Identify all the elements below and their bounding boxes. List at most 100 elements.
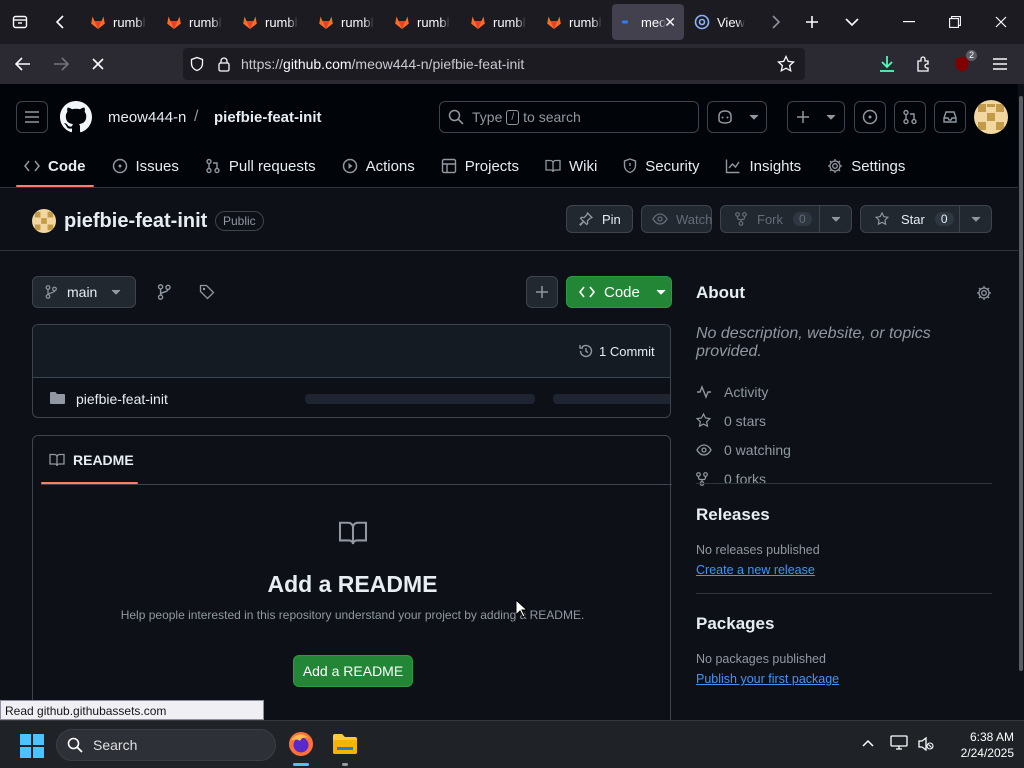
tab-code[interactable]: Code <box>16 146 94 187</box>
tab-wiki[interactable]: Wiki <box>537 146 605 186</box>
star-button[interactable]: Star 0 <box>860 205 992 233</box>
releases-heading[interactable]: Releases <box>696 505 992 525</box>
copilot-button[interactable] <box>707 101 767 133</box>
tab-actions[interactable]: Actions <box>334 146 423 186</box>
create-release-link[interactable]: Create a new release <box>696 563 815 577</box>
forks-link[interactable]: 0 forks <box>696 464 992 493</box>
copilot-icon <box>716 109 734 125</box>
close-window-icon[interactable] <box>978 0 1024 44</box>
url-text[interactable]: https://github.com/meow444-n/piefbie-fea… <box>241 56 524 72</box>
page-scrollbar[interactable] <box>1018 84 1024 720</box>
readme-tab[interactable]: README <box>49 452 134 468</box>
tab-security[interactable]: Security <box>615 146 707 186</box>
tab-settings[interactable]: Settings <box>819 146 913 186</box>
folder-name-link[interactable]: piefbie-feat-init <box>76 391 168 407</box>
add-readme-button[interactable]: Add a README <box>293 655 413 687</box>
branch-icon <box>45 285 57 299</box>
taskbar-search-box[interactable]: Search <box>56 729 276 761</box>
browser-tab[interactable]: rumbl <box>80 0 156 44</box>
publish-package-link[interactable]: Publish your first package <box>696 672 839 686</box>
table-row[interactable]: piefbie-feat-init <box>33 378 670 417</box>
list-all-tabs-icon[interactable] <box>832 0 872 44</box>
browser-tab[interactable]: rumbl <box>536 0 612 44</box>
global-nav-menu-button[interactable] <box>16 101 48 133</box>
user-avatar[interactable] <box>974 100 1008 134</box>
packages-heading[interactable]: Packages <box>696 614 992 634</box>
chevron-up-icon[interactable] <box>862 739 874 747</box>
lock-icon[interactable] <box>217 56 231 72</box>
create-new-button[interactable] <box>787 101 845 133</box>
gear-icon[interactable] <box>976 285 992 301</box>
tab-scroll-right-icon[interactable] <box>760 0 792 44</box>
at-sign-icon <box>694 14 710 30</box>
browser-tab[interactable]: rumbl <box>384 0 460 44</box>
pin-button[interactable]: Pin <box>566 205 633 233</box>
tab-scroll-left-icon[interactable] <box>40 0 80 44</box>
repo-title[interactable]: piefbie-feat-init <box>64 210 207 233</box>
scrollbar-thumb[interactable] <box>1019 96 1023 671</box>
fork-count: 0 <box>793 212 812 226</box>
forward-icon[interactable] <box>42 44 80 84</box>
browser-tab[interactable]: rumbl <box>460 0 536 44</box>
watching-link[interactable]: 0 watching <box>696 435 992 464</box>
chevron-down-icon[interactable] <box>971 216 981 222</box>
tab-pull-requests[interactable]: Pull requests <box>197 146 324 186</box>
clock[interactable]: 6:38 AM 2/24/2025 <box>944 729 1014 761</box>
pull-request-icon <box>902 109 918 125</box>
taskbar-firefox-icon[interactable] <box>288 731 314 757</box>
minimize-icon[interactable] <box>886 0 932 44</box>
fork-button[interactable]: Fork 0 <box>720 205 852 233</box>
restore-icon[interactable] <box>932 0 978 44</box>
pull-requests-button[interactable] <box>894 101 926 133</box>
downloads-icon[interactable] <box>868 44 906 84</box>
network-icon[interactable] <box>890 735 908 751</box>
stars-link[interactable]: 0 stars <box>696 406 992 435</box>
tracking-shield-icon[interactable] <box>189 56 205 72</box>
app-menu-icon[interactable] <box>981 44 1019 84</box>
ublock-icon[interactable]: 2 <box>943 44 981 84</box>
add-file-button[interactable] <box>526 276 558 308</box>
github-logo-icon[interactable] <box>60 101 92 133</box>
extensions-icon[interactable] <box>905 44 943 84</box>
repo-name-link[interactable]: piefbie-feat-init <box>214 109 322 126</box>
tab-issues[interactable]: Issues <box>104 146 187 186</box>
watch-button[interactable]: Watch <box>641 205 712 233</box>
url-bar[interactable]: https://github.com/meow444-n/piefbie-fea… <box>183 48 805 80</box>
commit-count-link[interactable]: 1 Commit <box>599 344 655 359</box>
browser-tab[interactable]: View <box>684 0 760 44</box>
new-tab-icon[interactable] <box>792 0 832 44</box>
firefox-view-icon[interactable] <box>0 0 40 44</box>
inbox-button[interactable] <box>934 101 966 133</box>
taskbar-file-explorer-icon[interactable] <box>332 733 358 755</box>
tab-projects[interactable]: Projects <box>433 146 527 186</box>
tag-icon[interactable] <box>199 284 215 300</box>
sidebar-divider <box>696 593 992 594</box>
issues-button[interactable] <box>854 101 886 133</box>
about-heading: About <box>696 283 746 302</box>
tab-label: Issues <box>135 157 179 175</box>
browser-tab-strip: rumbl rumbl rumbl rumbl rumbl rumbl rumbl meo ✕ V… <box>0 0 1024 44</box>
eye-icon <box>652 213 668 225</box>
browser-tab[interactable]: meo ✕ <box>612 4 684 40</box>
history-icon[interactable] <box>578 343 594 359</box>
back-icon[interactable] <box>4 44 42 84</box>
tab-insights[interactable]: Insights <box>717 146 809 186</box>
browser-tab[interactable]: rumbl <box>156 0 232 44</box>
activity-link[interactable]: Activity <box>696 377 992 406</box>
windows-start-icon[interactable] <box>20 734 44 758</box>
repo-title-bar: piefbie-feat-init Public Pin Watch Fork … <box>0 189 1018 251</box>
bookmark-star-icon[interactable] <box>777 55 795 73</box>
search-input[interactable]: Type / to search <box>439 101 699 133</box>
branches-icon[interactable] <box>157 284 171 300</box>
code-dropdown-button[interactable]: Code <box>566 276 672 308</box>
chevron-down-icon[interactable] <box>831 216 841 222</box>
volume-muted-icon[interactable] <box>918 736 934 752</box>
repo-owner-link[interactable]: meow444-n <box>108 109 186 126</box>
branch-selector[interactable]: main <box>32 276 136 308</box>
close-tab-icon[interactable]: ✕ <box>664 14 676 31</box>
browser-nav-bar: https://github.com/meow444-n/piefbie-fea… <box>0 44 1024 84</box>
browser-tab[interactable]: rumbl <box>232 0 308 44</box>
stop-loading-icon[interactable] <box>79 44 117 84</box>
browser-tab[interactable]: rumbl <box>308 0 384 44</box>
about-description: No description, website, or topics provi… <box>696 325 931 360</box>
